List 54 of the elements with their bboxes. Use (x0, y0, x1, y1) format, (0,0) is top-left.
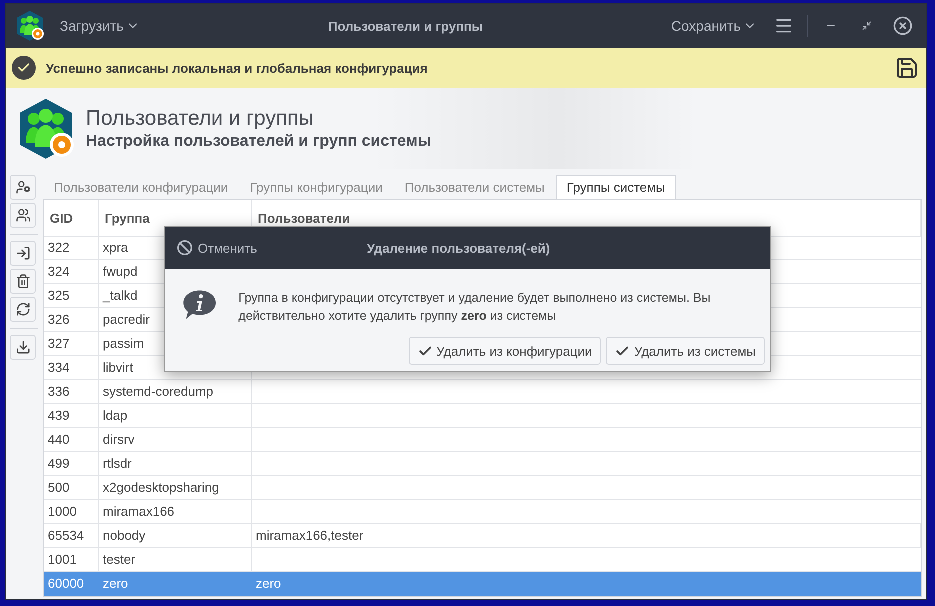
table-cell: dirsrv (99, 428, 252, 452)
users-icon (16, 208, 30, 223)
delete-button[interactable] (10, 269, 36, 294)
load-menu[interactable]: Загрузить (56, 16, 144, 36)
table-cell: 65534 (44, 524, 99, 548)
users-gear-logo-icon (14, 10, 46, 42)
table-cell: 440 (44, 428, 99, 452)
table-cell: 322 (44, 236, 99, 260)
table-cell: 500 (44, 476, 99, 500)
dialog-title: Удаление пользователя(-ей) (367, 240, 550, 256)
window-title: Пользователи и группы (327, 18, 484, 34)
download-button[interactable] (10, 335, 36, 360)
save-icon (895, 56, 919, 80)
refresh-button[interactable] (10, 297, 36, 322)
table-cell: systemd-coredump (99, 380, 252, 404)
table-cell: 326 (44, 308, 99, 332)
table-cell: 325 (44, 284, 99, 308)
header-title: Пользователи и группы (86, 106, 315, 130)
tab[interactable]: Группы системы (556, 175, 676, 199)
table-cell: 1000 (44, 500, 99, 524)
download-icon (16, 340, 30, 355)
table-cell: 324 (44, 260, 99, 284)
cancel-icon (177, 240, 193, 256)
save-button[interactable] (894, 55, 920, 81)
table-cell: nobody (99, 524, 252, 548)
delete-option-button[interactable]: Удалить из системы (606, 337, 765, 365)
table-cell: 334 (44, 356, 99, 380)
table-cell: 439 (44, 404, 99, 428)
table-cell: 60000 (44, 572, 99, 596)
save-menu[interactable]: Сохранить (667, 16, 761, 36)
delete-option-button[interactable]: Удалить из конфигурации (408, 337, 602, 365)
table-cell: miramax166,tester (252, 524, 921, 548)
table-cell: miramax166 (99, 500, 252, 524)
column-header[interactable]: GID (44, 200, 99, 237)
close-icon (893, 16, 913, 36)
table-cell: rtlsdr (99, 452, 252, 476)
notification-text: Успешно записаны локальная и глобальная конфигурация (46, 60, 429, 76)
table-cell: 336 (44, 380, 99, 404)
table-cell: 327 (44, 332, 99, 356)
header-subtitle: Настройка пользователей и групп системы (86, 132, 432, 150)
table-cell: ldap (99, 404, 252, 428)
refresh-icon (16, 302, 30, 317)
login-icon (16, 246, 30, 261)
trash-icon (16, 274, 30, 289)
table-cell: zero (252, 572, 921, 596)
table-cell: zero (99, 572, 252, 596)
check-circle-icon (12, 56, 36, 80)
user-gear-button[interactable] (10, 175, 36, 200)
table-cell: 499 (44, 452, 99, 476)
restore-icon (862, 21, 872, 31)
table-cell: x2godesktopsharing (99, 476, 252, 500)
user-gear-icon (16, 180, 30, 195)
login-button[interactable] (10, 241, 36, 266)
users-button[interactable] (10, 203, 36, 228)
